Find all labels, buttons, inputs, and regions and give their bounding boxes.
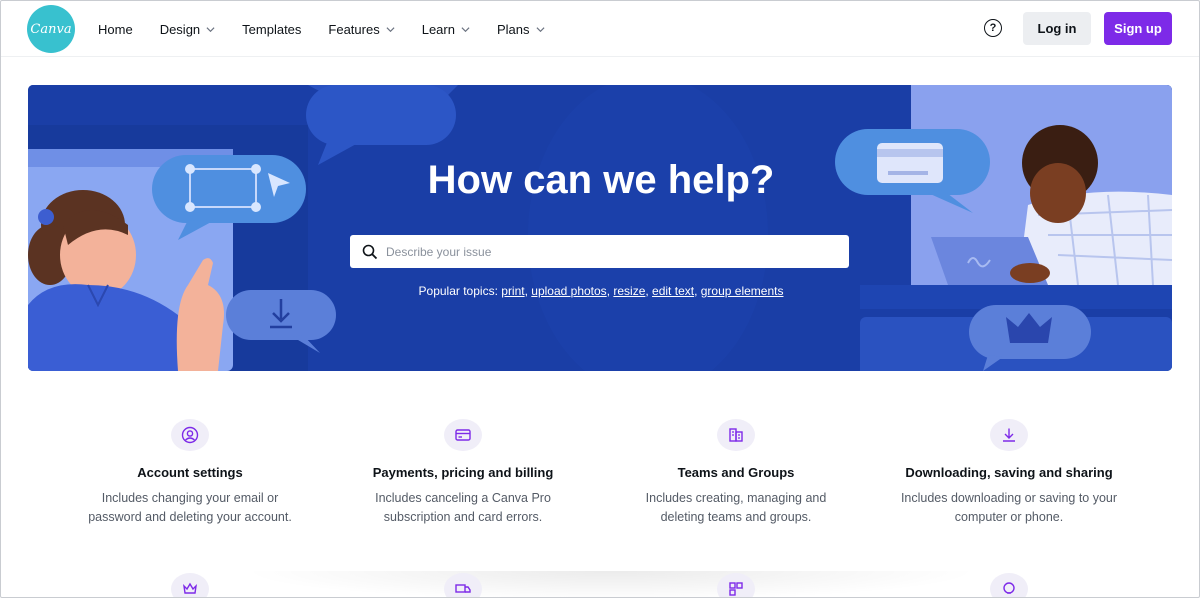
nav-item-features[interactable]: Features xyxy=(328,21,395,37)
category-downloading[interactable]: Downloading, saving and sharing Includes… xyxy=(879,419,1139,527)
nav-item-learn[interactable]: Learn xyxy=(422,22,470,37)
chevron-down-icon xyxy=(461,26,470,32)
nav-item-label: Templates xyxy=(242,21,302,37)
topic-link-resize[interactable]: resize xyxy=(613,284,645,298)
category-teams[interactable]: Teams and Groups Includes creating, mana… xyxy=(606,419,866,527)
chevron-down-icon xyxy=(386,26,395,32)
description-line: Includes creating, managing and xyxy=(645,491,827,505)
category-title: Payments, pricing and billing xyxy=(372,465,554,480)
category-title: Teams and Groups xyxy=(677,465,795,480)
description-line: Includes downloading or saving to your xyxy=(900,491,1118,505)
nav-item-label: Features xyxy=(328,21,380,37)
nav-links: Home Design Templates Features Learn Pla… xyxy=(98,1,572,57)
search-icon xyxy=(362,244,378,259)
description-line: deleting teams and groups. xyxy=(660,510,812,524)
lightbulb-icon[interactable] xyxy=(990,573,1028,597)
hero-banner xyxy=(28,85,1172,371)
popular-topics-label: Popular topics: xyxy=(418,284,498,298)
popular-topics: Popular topics: print, upload photos, re… xyxy=(418,284,784,298)
chevron-down-icon xyxy=(535,26,545,32)
topic-link-edit-text[interactable]: edit text xyxy=(652,284,694,298)
login-button[interactable]: Log in xyxy=(1023,12,1091,45)
topic-link-upload-photos[interactable]: upload photos xyxy=(531,284,606,298)
user-circle-icon xyxy=(171,419,209,451)
description-line: computer or phone. xyxy=(954,510,1064,524)
scroll-shadow xyxy=(241,571,981,597)
category-description: Includes creating, managing and deleting … xyxy=(606,489,866,527)
page-frame: Canva Home Design Templates Features Lea… xyxy=(0,0,1200,598)
nav-item-label: Design xyxy=(159,21,201,37)
category-description: Includes downloading or saving to your co… xyxy=(879,489,1139,527)
nav-item-templates[interactable]: Templates xyxy=(242,22,301,37)
topic-link-group-elements[interactable]: group elements xyxy=(701,284,784,298)
crown-icon[interactable] xyxy=(171,573,209,597)
nav-item-label: Learn xyxy=(421,21,455,37)
category-title: Downloading, saving and sharing xyxy=(905,465,1113,480)
team-icon xyxy=(717,419,755,451)
category-account-settings[interactable]: Account settings Includes changing your … xyxy=(60,419,320,527)
credit-card-icon xyxy=(444,419,482,451)
category-description: Includes canceling a Canva Pro subscripti… xyxy=(333,489,593,527)
category-payments[interactable]: Payments, pricing and billing Includes c… xyxy=(333,419,593,527)
chevron-down-icon xyxy=(206,26,215,32)
top-nav: Canva Home Design Templates Features Lea… xyxy=(1,1,1199,57)
description-line: password and deleting your account. xyxy=(88,510,292,524)
search-bar[interactable] xyxy=(350,235,849,268)
description-line: Includes canceling a Canva Pro xyxy=(375,491,551,505)
description-line: Includes changing your email or xyxy=(101,491,279,505)
topic-link-print[interactable]: print xyxy=(501,284,524,298)
search-input[interactable] xyxy=(386,244,826,259)
nav-item-home[interactable]: Home xyxy=(98,22,133,37)
description-line: subscription and card errors. xyxy=(383,510,543,524)
nav-item-label: Home xyxy=(98,21,133,37)
truck-icon[interactable] xyxy=(444,573,482,597)
grid-icon[interactable] xyxy=(717,573,755,597)
download-icon xyxy=(990,419,1028,451)
question-circle-icon[interactable]: ? xyxy=(984,19,1002,37)
category-title: Account settings xyxy=(137,465,243,480)
hero-illustration xyxy=(28,85,1172,371)
category-description: Includes changing your email or password … xyxy=(60,489,320,527)
nav-item-label: Plans xyxy=(496,21,530,37)
canva-logo[interactable]: Canva xyxy=(27,5,75,53)
hero-title: How can we help? xyxy=(427,158,775,202)
signup-button[interactable]: Sign up xyxy=(1104,12,1172,45)
nav-item-plans[interactable]: Plans xyxy=(497,22,545,37)
nav-item-design[interactable]: Design xyxy=(160,22,215,37)
